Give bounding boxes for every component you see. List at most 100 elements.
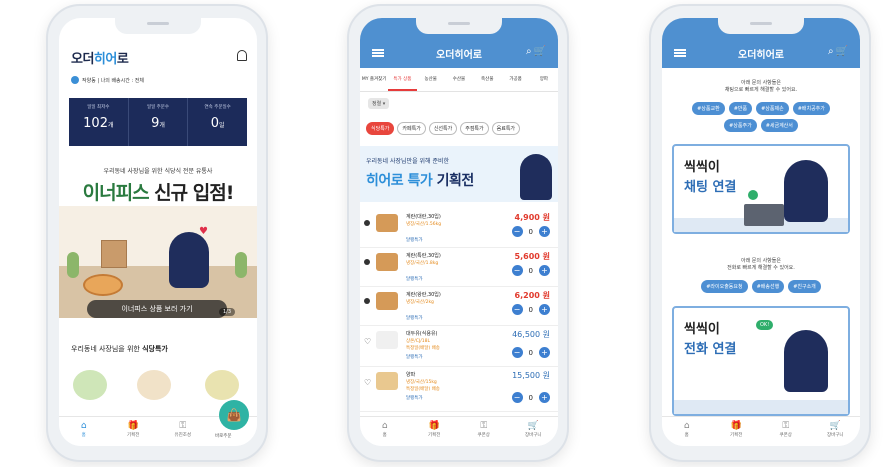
banner-sky <box>59 206 257 266</box>
tab-home[interactable]: ⌂ 홈 <box>59 417 109 446</box>
chip-bar-deals[interactable]: 주점특가 <box>460 122 489 135</box>
tab-home[interactable]: ⌂ 홈 <box>360 417 410 446</box>
bag-icon: 👜 <box>226 408 242 422</box>
cabbage-image[interactable] <box>205 370 239 400</box>
chip-topic[interactable]: #배치공추가 <box>792 102 830 115</box>
decrement-button[interactable]: − <box>511 392 523 403</box>
tab-cart[interactable]: 🛒 장바구니 <box>811 417 861 446</box>
increment-button[interactable]: + <box>539 304 550 315</box>
decrement-button[interactable]: − <box>511 265 523 276</box>
tab-cart[interactable]: 🛒 장바구니 <box>509 417 559 446</box>
view-products-button[interactable]: 이너피스 상품 보러 가기 <box>87 300 227 318</box>
support-screen: 오더히어로 ⌕🛒 아래 문의 사항들은 채팅으로 빠르게 해결할 수 있어요. #… <box>662 18 860 446</box>
heart-outline-icon[interactable]: ♡ <box>364 337 371 346</box>
chip-topic[interactable]: #배송선행 <box>751 280 785 293</box>
stat-label: 일일 최저수 <box>87 105 110 110</box>
search-cart-icons[interactable]: ⌕🛒 <box>526 46 548 57</box>
hero-deals-banner[interactable]: 우리동네 사장님만을 위해 준비한 히어로 특가 기획전 <box>360 146 558 202</box>
chip-topic[interactable]: #친구소개 <box>788 280 821 293</box>
quantity-value: 0 <box>528 348 533 357</box>
product-row[interactable]: 계란(대란,30입) 냉장/국산/1.56kg 달팽특가 4,900 원 − 0… <box>360 210 558 248</box>
chip-topic[interactable]: #세금계산서 <box>760 119 798 132</box>
chip-fresh-deals[interactable]: 신선특가 <box>428 122 458 135</box>
tab-events[interactable]: 🎁 기획전 <box>109 417 159 446</box>
chip-topic[interactable]: #반품 <box>728 102 753 115</box>
chip-topic[interactable]: #상품교환 <box>692 102 725 115</box>
gift-icon: 🎁 <box>730 421 742 431</box>
increment-button[interactable]: + <box>539 392 550 403</box>
chip-topic[interactable]: #상품제손 <box>756 102 789 115</box>
phone-help-text: 아래 문의 사항들은 전화로 빠르게 해결할 수 있어요. <box>727 258 795 271</box>
product-meta: 냉장/국산/2kg <box>406 300 434 305</box>
tab-home[interactable]: ⌂ 홈 <box>662 417 712 446</box>
product-row[interactable]: 계란(왕란,30입) 냉장/국산/2kg 달팽특가 6,200 원 − 0 + <box>360 288 558 326</box>
heart-outline-icon[interactable]: ♡ <box>364 378 371 387</box>
product-name: 양파 <box>406 372 416 378</box>
product-delivery: 특정일(배달) 배송 <box>406 387 440 392</box>
product-name: 계란(대란,30입) <box>406 214 441 220</box>
product-price: 5,600 원 <box>514 252 550 261</box>
product-tag: 달팽특가 <box>406 396 423 401</box>
tab-agriculture[interactable]: 농산물 <box>417 68 445 91</box>
select-dot[interactable] <box>364 259 370 265</box>
mascot-name: 씩씩이 <box>684 322 720 337</box>
tab-seafood[interactable]: 수산물 <box>445 68 473 91</box>
product-row[interactable]: ♡ 양파 냉장/국산/15kg 특정일(배달) 배송 달팽특가 15,500 원… <box>360 368 558 412</box>
chip-restaurant-deals[interactable]: 식당특가 <box>366 122 395 135</box>
chip-drink-deals[interactable]: 음료특가 <box>491 122 521 135</box>
chat-connect-label: 채팅 연결 <box>684 180 737 195</box>
cart-icon: 🛒 <box>829 421 841 431</box>
tree-illustration <box>235 252 247 278</box>
chip-cafe-deals[interactable]: 카페특가 <box>397 122 426 135</box>
product-meta: 냉장/국산/1.8kg <box>406 261 439 266</box>
tab-coupon[interactable]: ⚿ 쿠폰상 <box>459 417 509 446</box>
location-pin-icon <box>71 76 79 84</box>
increment-button[interactable]: + <box>539 347 550 358</box>
tab-coupon[interactable]: ⚿ 유진조성 <box>158 417 208 446</box>
chip-topic[interactable]: #상품주가 <box>724 119 757 132</box>
tab-onion[interactable]: 양파 <box>530 68 558 91</box>
sort-dropdown[interactable]: 정렬 ▾ <box>368 98 390 109</box>
product-image <box>376 331 398 349</box>
tab-special-deals[interactable]: 특가 상품 <box>388 68 417 91</box>
increment-button[interactable]: + <box>539 226 550 237</box>
tab-livestock[interactable]: 축산물 <box>473 68 501 91</box>
stat-value: 9개 <box>151 116 165 131</box>
card-floor <box>674 400 848 414</box>
tab-events[interactable]: 🎁 기획전 <box>712 417 762 446</box>
decrement-button[interactable]: − <box>511 304 523 315</box>
search-cart-icons[interactable]: ⌕🛒 <box>828 46 850 57</box>
product-row[interactable]: 계란(특란,30입) 냉장/국산/1.8kg 달팽특가 5,600 원 − 0 … <box>360 249 558 287</box>
product-row[interactable]: ♡ 대두유(식용유) 상온/CJ/18L 특정일(배달) 배송 달팽특가 46,… <box>360 327 558 367</box>
quick-order-button[interactable]: 👜 <box>219 400 249 430</box>
chip-topic[interactable]: #라이오출동요청 <box>701 280 748 293</box>
chat-help-text: 아래 문의 사항들은 채팅으로 빠르게 해결할 수 있어요. <box>724 80 798 93</box>
section-title: 우리동네 사장님을 위한 식당특가 <box>71 345 168 353</box>
chat-connect-card[interactable]: 씩씩이 채팅 연결 <box>672 144 850 234</box>
quantity-stepper: − 0 + <box>511 226 550 237</box>
product-name: 계란(특란,30입) <box>406 253 441 259</box>
product-name: 대두유(식용유) <box>406 331 438 337</box>
select-dot[interactable] <box>364 298 370 304</box>
onion-image[interactable] <box>137 370 171 400</box>
bell-icon[interactable] <box>237 50 247 61</box>
home-screen: 오더히어로 작양동 | 나의 배송시간 : 전체 일일 최저수 102개 일일 … <box>59 18 257 446</box>
app-logo[interactable]: 오더히어로 <box>71 48 129 67</box>
decrement-button[interactable]: − <box>511 226 523 237</box>
stat-label: 연속 주문일수 <box>204 105 231 110</box>
banner-title: 히어로 특가 기획전 <box>366 173 474 189</box>
phone-frame-home: 오더히어로 작양동 | 나의 배송시간 : 전체 일일 최저수 102개 일일 … <box>46 4 268 462</box>
tab-events[interactable]: 🎁 기획전 <box>410 417 460 446</box>
delivery-address[interactable]: 작양동 | 나의 배송시간 : 전체 <box>71 76 144 84</box>
ok-speech-bubble: OK! <box>756 320 774 330</box>
tab-processed[interactable]: 가공품 <box>501 68 529 91</box>
product-tag: 달팽특가 <box>406 355 423 360</box>
green-onion-image[interactable] <box>73 370 107 400</box>
decrement-button[interactable]: − <box>511 347 523 358</box>
tab-favorites[interactable]: MY 즐겨찾기 <box>360 68 388 91</box>
increment-button[interactable]: + <box>539 265 550 276</box>
phone-connect-card[interactable]: 씩씩이 전화 연결 OK! <box>672 306 850 416</box>
select-dot[interactable] <box>364 220 370 226</box>
phone-notch <box>115 18 201 34</box>
tab-coupon[interactable]: ⚿ 쿠폰상 <box>761 417 811 446</box>
